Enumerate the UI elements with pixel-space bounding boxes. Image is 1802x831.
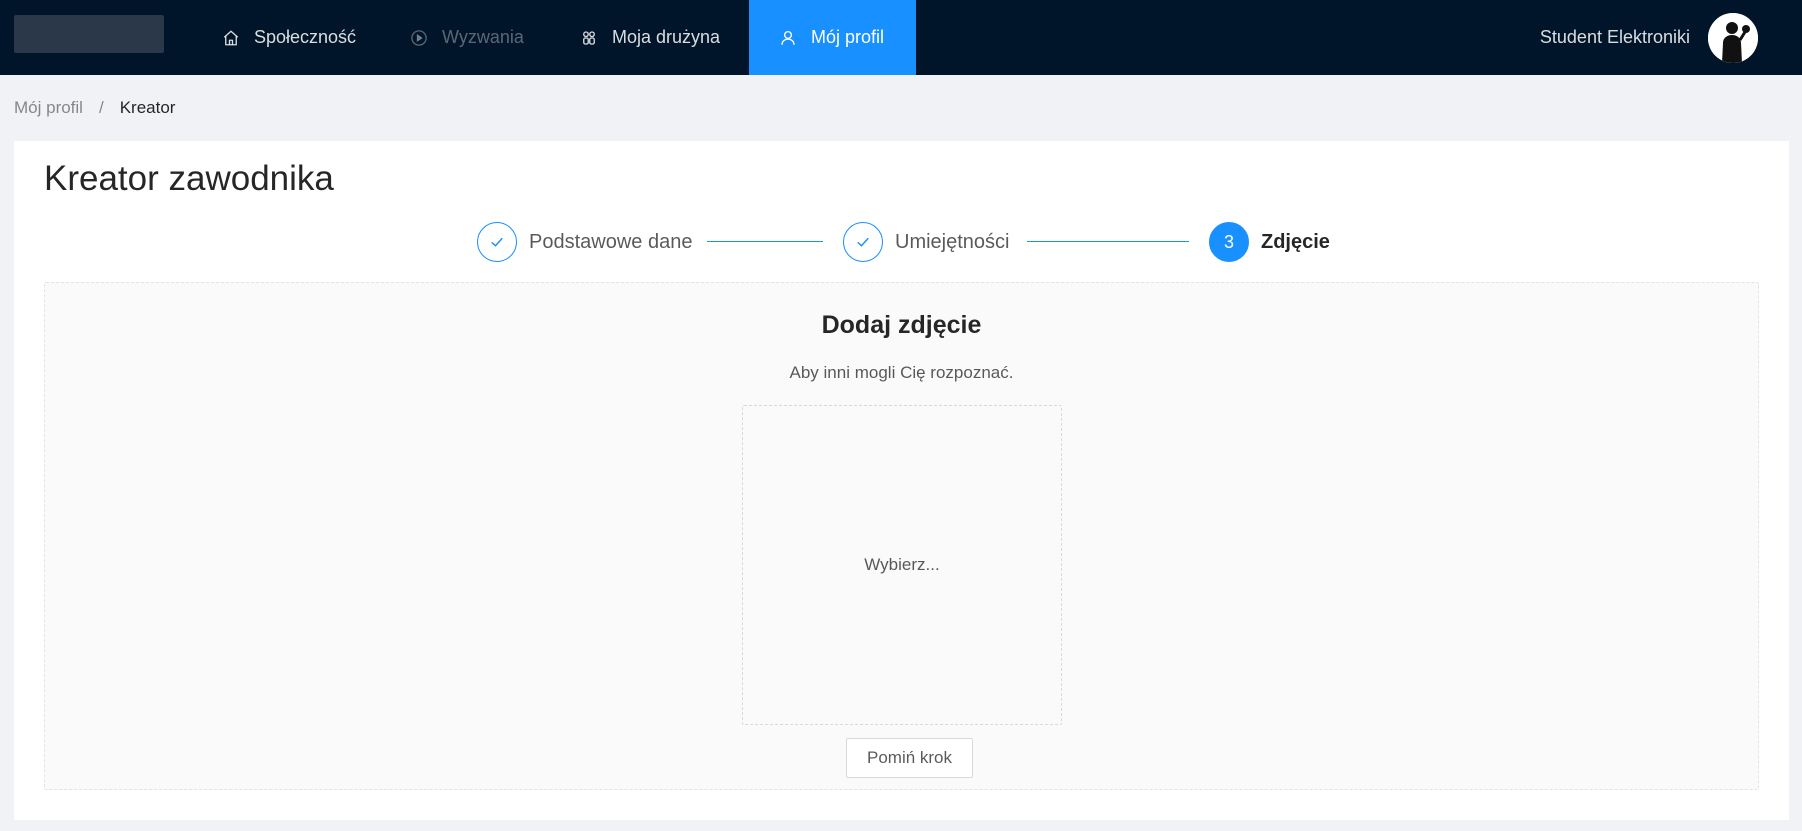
play-circle-icon (410, 29, 428, 47)
nav-item-community-label: Społeczność (254, 27, 357, 47)
breadcrumb-separator: / (98, 98, 104, 117)
breadcrumb-item-my-profile[interactable]: Mój profil (14, 98, 83, 118)
avatar[interactable] (1708, 12, 1758, 63)
skip-step-button[interactable]: Pomiń krok (846, 738, 973, 778)
nav-item-challenges-label: Wyzwania (442, 27, 524, 47)
upload-title: Dodaj zdjęcie (821, 311, 982, 339)
content-card: Kreator zawodnika Podstawowe dane Umieję… (14, 141, 1789, 820)
breadcrumb: Mój profil / Kreator (14, 98, 175, 118)
check-icon (843, 222, 883, 262)
step-skills-label: Umiejętności (895, 230, 1010, 253)
wizard-steps: Podstawowe dane Umiejętności 3 Zdjęcie (14, 221, 1789, 265)
breadcrumb-item-creator: Kreator (119, 98, 176, 117)
step-connector (1027, 241, 1189, 242)
top-navigation-bar: Społeczność Wyzwania Moja drużyna Mój pr… (0, 0, 1802, 75)
upload-subtitle: Aby inni mogli Cię rozpoznać. (789, 363, 1014, 382)
check-icon (477, 222, 517, 262)
team-icon (580, 29, 598, 47)
photo-upload-panel: Dodaj zdjęcie Aby inni mogli Cię rozpozn… (44, 282, 1759, 790)
app-logo[interactable] (14, 15, 164, 53)
nav-item-my-team-label: Moja drużyna (612, 27, 721, 47)
step-photo: 3 Zdjęcie (1209, 221, 1330, 263)
photo-upload-dropzone[interactable]: Wybierz... (742, 405, 1062, 725)
user-icon (779, 29, 797, 47)
step-photo-label: Zdjęcie (1261, 230, 1330, 253)
step-skills: Umiejętności (843, 221, 1009, 263)
step-photo-number: 3 (1209, 222, 1249, 262)
step-connector (707, 241, 823, 242)
step-basic-data-label: Podstawowe dane (529, 230, 693, 253)
nav-item-my-profile[interactable]: Mój profil (749, 0, 916, 75)
user-silhouette-icon (1708, 12, 1758, 63)
nav-item-my-team[interactable]: Moja drużyna (550, 0, 750, 75)
upload-select-label: Wybierz... (864, 555, 940, 574)
nav-item-challenges: Wyzwania (380, 0, 554, 75)
user-menu[interactable]: Student Elektroniki (1540, 0, 1758, 75)
user-name: Student Elektroniki (1539, 27, 1690, 47)
home-icon (222, 29, 240, 47)
nav-item-community[interactable]: Społeczność (192, 0, 386, 75)
page-title: Kreator zawodnika (44, 159, 334, 198)
step-basic-data: Podstawowe dane (477, 221, 692, 263)
nav-item-my-profile-label: Mój profil (811, 27, 885, 47)
